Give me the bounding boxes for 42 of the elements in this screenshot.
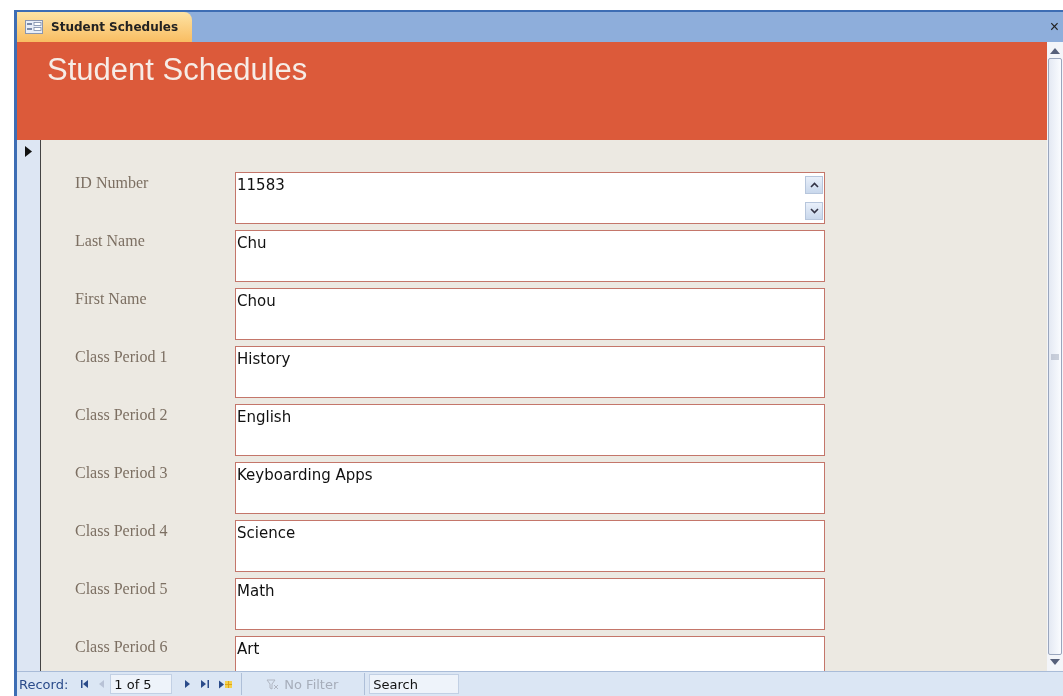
vertical-scrollbar[interactable]: [1047, 42, 1063, 671]
field-label: Class Period 5: [75, 579, 169, 598]
form-tab[interactable]: Student Schedules: [17, 12, 193, 42]
scroll-thumb[interactable]: [1048, 58, 1062, 655]
close-button[interactable]: ×: [1045, 12, 1063, 42]
input-field[interactable]: Chu: [235, 230, 825, 282]
grip-icon: [1051, 353, 1059, 360]
field-label: Class Period 6: [75, 637, 169, 656]
last-icon: [201, 680, 210, 688]
current-record-icon: [25, 146, 32, 157]
field-label: First Name: [75, 289, 148, 308]
input-field[interactable]: Keyboarding Apps: [235, 462, 825, 514]
filter-icon: [266, 678, 280, 690]
field-label: Class Period 3: [75, 463, 169, 482]
next-icon: [185, 680, 192, 688]
record-label: Record:: [19, 676, 69, 692]
input-field[interactable]: Chou: [235, 288, 825, 340]
form-title: Student Schedules: [46, 51, 309, 88]
record-number-field[interactable]: 1 of 5: [110, 674, 173, 694]
input-field[interactable]: History: [235, 346, 825, 398]
new-record-icon: [219, 679, 233, 689]
field-label: Last Name: [75, 231, 146, 250]
scroll-up-icon[interactable]: [1050, 48, 1060, 54]
field-label: ID Number: [75, 173, 150, 192]
field-label: Class Period 4: [75, 521, 169, 540]
chevron-up-icon: [809, 182, 819, 188]
record-selector[interactable]: [17, 140, 41, 671]
input-field[interactable]: Science: [235, 520, 825, 572]
input-field[interactable]: Math: [235, 578, 825, 630]
input-field[interactable]: English: [235, 404, 825, 456]
field-label: Class Period 1: [75, 347, 169, 366]
scroll-up-button[interactable]: [805, 176, 823, 194]
scroll-down-icon[interactable]: [1050, 659, 1060, 665]
form-icon: [25, 20, 43, 34]
previous-icon: [99, 680, 106, 688]
field-label: Class Period 2: [75, 405, 169, 424]
chevron-down-icon: [809, 208, 819, 214]
scroll-down-button[interactable]: [805, 202, 823, 220]
first-icon: [81, 680, 90, 688]
input-field[interactable]: 11583: [235, 172, 825, 224]
search-field[interactable]: Search: [369, 674, 460, 694]
input-field[interactable]: Art: [235, 636, 825, 671]
